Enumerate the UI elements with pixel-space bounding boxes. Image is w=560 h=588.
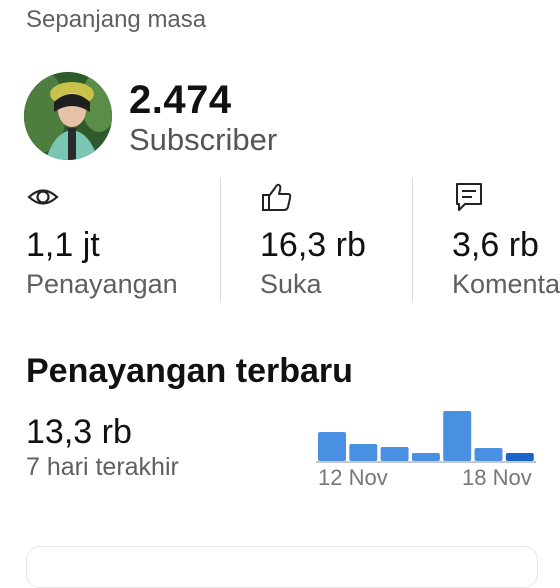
chart-bar-15-nov xyxy=(411,453,440,461)
period-label: Sepanjang masa xyxy=(26,6,207,33)
chart-bar-18-nov xyxy=(505,453,534,461)
thumbs-up-icon xyxy=(260,180,294,214)
stat-divider xyxy=(220,178,221,301)
avatar[interactable] xyxy=(24,72,112,160)
stat-label: Suka xyxy=(260,269,322,299)
eye-icon xyxy=(26,180,60,214)
subscriber-count: 2.474 xyxy=(129,78,232,122)
stat-value: 3,6 rb xyxy=(452,226,539,264)
recent-views-period: 7 hari terakhir xyxy=(26,453,179,481)
stat-views[interactable]: 1,1 jt Penayangan xyxy=(26,178,216,303)
stat-divider xyxy=(412,178,413,301)
recent-views-title: Penayangan terbaru xyxy=(26,352,353,390)
stat-value: 1,1 jt xyxy=(26,226,100,264)
recent-views-value: 13,3 rb xyxy=(26,413,132,451)
next-card[interactable] xyxy=(26,546,538,588)
stat-comments[interactable]: 3,6 rb Komentar xyxy=(452,178,560,303)
stat-label: Penayangan xyxy=(26,269,178,299)
stat-label: Komentar xyxy=(452,269,560,299)
chart-bar-13-nov xyxy=(349,444,378,461)
chart-date-end: 18 Nov xyxy=(462,465,532,490)
channel-summary: 2.474 Subscriber xyxy=(24,72,544,162)
chart-date-start: 12 Nov xyxy=(318,465,388,490)
chart-bar-14-nov xyxy=(380,447,409,461)
stat-value: 16,3 rb xyxy=(260,226,366,264)
chart-baseline xyxy=(316,461,536,463)
chart-bar-12-nov xyxy=(318,432,346,461)
stats-row: 1,1 jt Penayangan 16,3 rb Suka 3,6 rb Ko… xyxy=(0,178,560,303)
chart-bar-16-nov xyxy=(443,411,472,461)
stat-likes[interactable]: 16,3 rb Suka xyxy=(260,178,405,303)
chart-bar-17-nov xyxy=(474,448,503,461)
comment-icon xyxy=(452,180,486,214)
subscriber-label: Subscriber xyxy=(129,122,278,157)
